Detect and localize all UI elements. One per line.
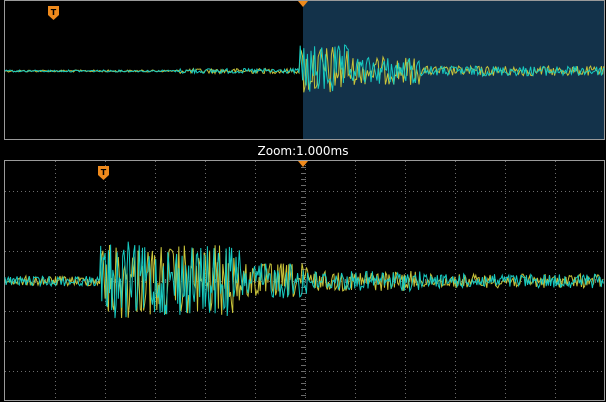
zoom-panel[interactable]: T [4, 160, 605, 401]
zoom-timebase-label: Zoom:1.000ms [257, 144, 349, 158]
overview-panel[interactable]: T [4, 0, 605, 140]
zoom-trigger-marker-glyph: T [101, 168, 107, 177]
oscilloscope-display: T T [0, 0, 606, 402]
trigger-marker-glyph: T [51, 8, 57, 17]
